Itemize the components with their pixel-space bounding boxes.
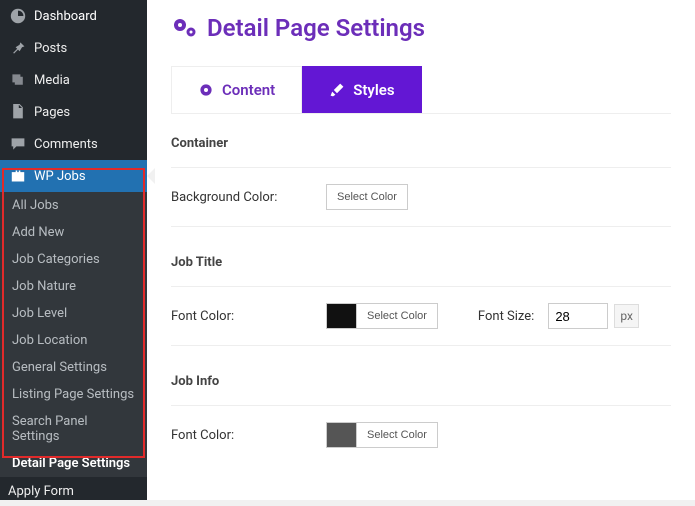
- select-color-button[interactable]: Select Color: [356, 303, 438, 329]
- field-label: Font Size:: [478, 309, 534, 324]
- menu-comments[interactable]: Comments: [0, 128, 147, 160]
- sub-search-panel-settings[interactable]: Search Panel Settings: [0, 408, 147, 450]
- gear-icon: [198, 82, 214, 98]
- menu-wp-jobs[interactable]: WP Jobs: [0, 160, 147, 192]
- color-picker: Select Color: [326, 422, 438, 448]
- field-label: Font Color:: [171, 428, 326, 443]
- sub-detail-page-settings[interactable]: Detail Page Settings: [0, 450, 147, 477]
- page-title: Detail Page Settings: [171, 14, 671, 42]
- menu-label: Dashboard: [34, 9, 97, 24]
- pin-icon: [8, 39, 28, 57]
- menu-pages[interactable]: Pages: [0, 96, 147, 128]
- sub-job-nature[interactable]: Job Nature: [0, 273, 147, 300]
- brush-icon: [329, 82, 345, 98]
- menu-apply-form[interactable]: Apply Form: [0, 477, 147, 506]
- sub-job-categories[interactable]: Job Categories: [0, 246, 147, 273]
- color-picker: Select Color: [326, 184, 408, 210]
- field-label: Background Color:: [171, 190, 326, 205]
- media-icon: [8, 71, 28, 89]
- menu-label: Pages: [34, 105, 70, 120]
- tab-content[interactable]: Content: [171, 66, 302, 113]
- section-job-title: Job Title Font Color: Select Color Font …: [171, 241, 671, 360]
- dashboard-icon: [8, 7, 28, 25]
- admin-sidebar: Dashboard Posts Media Pages Comments: [0, 0, 147, 500]
- tab-styles[interactable]: Styles: [302, 66, 421, 113]
- color-swatch[interactable]: [326, 422, 356, 448]
- sub-general-settings[interactable]: General Settings: [0, 354, 147, 381]
- main-content: Detail Page Settings Content Styles Cont…: [147, 0, 695, 500]
- submenu-wp-jobs: All Jobs Add New Job Categories Job Natu…: [0, 192, 147, 477]
- section-container: Container Background Color: Select Color: [171, 122, 671, 241]
- select-color-button[interactable]: Select Color: [326, 184, 408, 210]
- row-background-color: Background Color: Select Color: [171, 168, 671, 227]
- sub-add-new[interactable]: Add New: [0, 219, 147, 246]
- page-title-text: Detail Page Settings: [207, 14, 425, 42]
- section-job-info: Job Info Font Color: Select Color: [171, 360, 671, 478]
- color-swatch[interactable]: [326, 303, 356, 329]
- section-title: Job Title: [171, 255, 671, 287]
- menu-label: Posts: [34, 41, 67, 56]
- menu-media[interactable]: Media: [0, 64, 147, 96]
- menu-label: Comments: [34, 137, 98, 152]
- sub-all-jobs[interactable]: All Jobs: [0, 192, 147, 219]
- unit-label: px: [614, 304, 639, 328]
- sub-job-location[interactable]: Job Location: [0, 327, 147, 354]
- comments-icon: [8, 135, 28, 153]
- row-font-color-size: Font Color: Select Color Font Size: px: [171, 287, 671, 346]
- menu-dashboard[interactable]: Dashboard: [0, 0, 147, 32]
- select-color-button[interactable]: Select Color: [356, 422, 438, 448]
- field-label: Font Color:: [171, 309, 326, 324]
- row-font-color: Font Color: Select Color: [171, 406, 671, 464]
- menu-posts[interactable]: Posts: [0, 32, 147, 64]
- sub-listing-page-settings[interactable]: Listing Page Settings: [0, 381, 147, 408]
- tabs: Content Styles: [171, 66, 671, 113]
- section-title: Container: [171, 136, 671, 168]
- color-picker: Select Color: [326, 303, 438, 329]
- gears-icon: [171, 16, 199, 40]
- menu-label: WP Jobs: [34, 169, 86, 184]
- tab-label: Styles: [353, 81, 394, 99]
- briefcase-icon: [8, 167, 28, 185]
- sub-job-level[interactable]: Job Level: [0, 300, 147, 327]
- styles-panel: Container Background Color: Select Color…: [171, 113, 671, 478]
- section-title: Job Info: [171, 374, 671, 406]
- font-size-input[interactable]: [548, 303, 608, 329]
- menu-label: Media: [34, 73, 70, 88]
- menu-label: Apply Form: [8, 484, 74, 499]
- page-icon: [8, 103, 28, 121]
- tab-label: Content: [222, 81, 275, 99]
